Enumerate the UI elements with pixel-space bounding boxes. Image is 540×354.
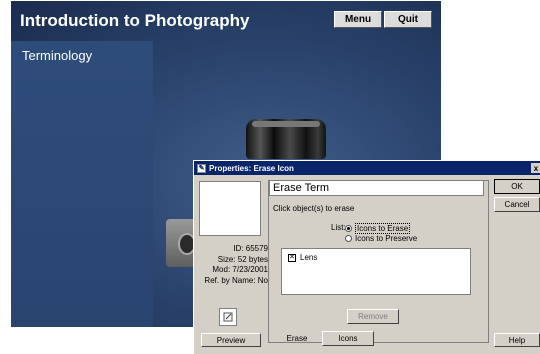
icon-info: ID: 65579 Size: 52 bytes Mod: 7/23/2001 … <box>194 244 268 286</box>
help-button[interactable]: Help <box>494 333 540 347</box>
list-label: List: <box>331 223 346 232</box>
dialog-titlebar[interactable]: ✎ Properties: Erase Icon x <box>194 161 540 175</box>
remove-button[interactable]: Remove <box>347 309 399 324</box>
close-icon[interactable]: x <box>531 163 540 173</box>
preview-button[interactable]: Preview <box>201 333 261 347</box>
quit-button[interactable]: Quit <box>384 11 432 28</box>
ok-button[interactable]: OK <box>494 179 540 194</box>
section-label: Terminology <box>22 48 93 63</box>
dialog-app-icon: ✎ <box>197 163 206 173</box>
cancel-button[interactable]: Cancel <box>494 197 540 212</box>
radio-unselected-icon <box>345 235 352 242</box>
app-title: Introduction to Photography <box>20 11 250 30</box>
radio-label: Icons to Preserve <box>355 234 418 243</box>
pencil-icon <box>223 312 233 322</box>
tab-icons[interactable]: Icons <box>322 331 374 346</box>
radio-label: Icons to Erase <box>355 223 411 234</box>
icon-ref-by-name: Ref. by Name: No <box>204 275 268 285</box>
erase-icon-button[interactable] <box>219 308 237 326</box>
properties-dialog: ✎ Properties: Erase Icon x ID: 65579 Siz… <box>193 160 540 354</box>
radio-selected-icon <box>345 225 352 232</box>
side-panel <box>11 41 153 327</box>
dialog-title: Properties: Erase Icon <box>209 163 294 173</box>
icon-preview-area <box>199 181 261 236</box>
tab-erase[interactable]: Erase <box>274 331 320 346</box>
lens-image[interactable] <box>246 119 326 159</box>
icon-name-field[interactable]: Erase Term <box>269 180 484 196</box>
list-item[interactable]: ✕ Lens <box>288 253 317 262</box>
icon-id: ID: 65579 <box>233 244 268 253</box>
icon-size: Size: 52 bytes <box>217 254 268 264</box>
menu-button[interactable]: Menu <box>334 11 382 28</box>
checked-icon[interactable]: ✕ <box>288 253 296 262</box>
list-item-label: Lens <box>300 253 318 262</box>
icon-listbox[interactable]: ✕ Lens <box>281 248 471 295</box>
radio-icons-to-preserve[interactable]: Icons to Preserve <box>345 234 417 243</box>
icon-modified: Mod: 7/23/2001 <box>212 265 268 274</box>
instruction-text: Click object(s) to erase <box>273 204 355 213</box>
radio-icons-to-erase[interactable]: Icons to Erase <box>345 223 411 234</box>
